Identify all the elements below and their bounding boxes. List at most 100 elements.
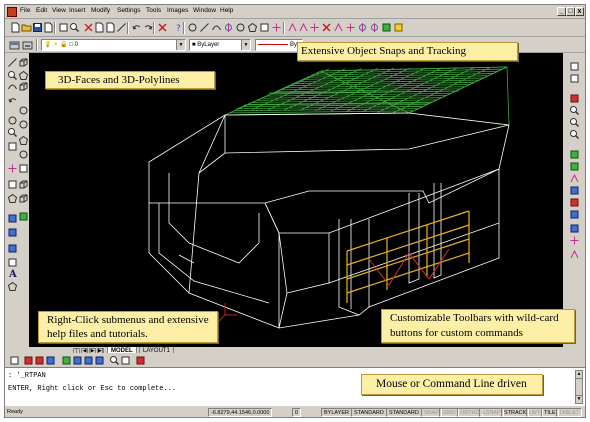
modify-mirror-icon[interactable] [569,93,580,104]
snap-mid-icon[interactable] [298,22,309,33]
point-tool-icon[interactable] [7,163,18,174]
modify-extend-icon[interactable] [569,197,580,208]
modify-move-icon[interactable] [569,129,580,140]
chevron-down-icon[interactable]: ▼ [176,40,185,50]
snap-clear-icon[interactable] [393,22,404,33]
menu-settings[interactable]: Settings [117,7,141,14]
modify-erase-icon[interactable] [569,61,580,72]
paste-icon[interactable] [105,22,116,33]
menu-view[interactable]: View [52,7,66,14]
stop-icon[interactable] [135,355,146,366]
dimension-radius-icon[interactable] [45,355,56,366]
polygon-icon[interactable] [247,22,258,33]
clip-tool-icon[interactable] [7,141,18,152]
menu-edit[interactable]: Edit [36,7,47,14]
snap-perp-icon[interactable] [309,22,320,33]
dimension-aligned-icon[interactable] [34,355,45,366]
modify-rotate-icon[interactable] [569,149,580,160]
render-tool-icon[interactable] [7,213,18,224]
modify-offset-icon[interactable] [569,105,580,116]
block-tool-icon[interactable] [7,227,18,238]
rect-tool-icon[interactable] [7,179,18,190]
modify-explode-icon[interactable] [569,249,580,260]
shade-tool-icon[interactable] [18,211,29,222]
menu-file[interactable]: File [20,7,30,14]
menu-modify[interactable]: Modify [91,7,110,14]
menu-images[interactable]: Images [167,7,188,14]
cone-tool-icon[interactable] [18,81,29,92]
close-button[interactable]: x [575,7,584,16]
dome-tool-icon[interactable] [18,149,29,160]
status-textstyle[interactable]: STANDARD [351,408,387,417]
layer-select[interactable]: 💡 ☀ 🔓 □ 0 ▼ [41,39,186,51]
command-scrollbar[interactable]: ▲ ▼ [575,370,583,404]
open-icon[interactable] [21,22,32,33]
sphere-tool-icon[interactable] [18,105,29,116]
save-icon[interactable] [32,22,43,33]
modify-stretch-icon[interactable] [569,173,580,184]
linetype-select[interactable]: ByL [255,39,303,51]
snap-node-icon[interactable] [357,22,368,33]
dim-tool-icon[interactable] [7,281,18,292]
print-icon[interactable] [58,22,69,33]
coordinate-readout[interactable]: -6.8279,44.1546,0.0000 [208,408,273,417]
snap-quad-icon[interactable] [369,22,380,33]
snap-end-icon[interactable] [287,22,298,33]
object-blue-icon[interactable] [72,355,83,366]
color-select[interactable]: ■ ByLayer ▼ [189,39,251,51]
modify-fillet-icon[interactable] [569,235,580,246]
menu-tools[interactable]: Tools [146,7,161,14]
preview-icon[interactable] [69,22,80,33]
insert-tool-icon[interactable] [7,243,18,254]
torus-tool-icon[interactable] [18,119,29,130]
status-toggle-tablet[interactable]: TABLET [556,408,583,417]
face-tool-icon[interactable] [18,179,29,190]
object-cyan-icon[interactable] [83,355,94,366]
line-icon[interactable] [199,22,210,33]
dish-tool-icon[interactable] [18,135,29,146]
layer-manager-icon[interactable] [9,40,20,51]
wedge-tool-icon[interactable] [18,70,29,81]
pan-tool-icon[interactable] [7,81,18,92]
region-tool-icon[interactable] [7,193,18,204]
scroll-down-icon[interactable]: ▼ [576,395,582,403]
status-dimstyle[interactable]: STANDARD [386,408,422,417]
menu-insert[interactable]: Insert [69,7,85,14]
object-green-icon[interactable] [61,355,72,366]
arc-icon[interactable] [211,22,222,33]
new-icon[interactable] [10,22,21,33]
scissors-icon[interactable] [83,22,94,33]
modify-scale-icon[interactable] [569,161,580,172]
elevation-readout[interactable]: 0 [292,408,302,417]
hatch-tool-icon[interactable] [7,257,18,268]
status-layer[interactable]: BYLAYER [321,408,352,417]
modify-trim-icon[interactable] [569,185,580,196]
properties-icon[interactable] [120,355,131,366]
center-icon[interactable] [223,22,234,33]
menu-help[interactable]: Help [220,7,233,14]
modify-copy-icon[interactable] [569,73,580,84]
status-toggle-grid[interactable]: GRID [439,408,459,417]
rotate-tool-icon[interactable] [7,95,18,106]
snap-tan-icon[interactable] [333,22,344,33]
matchprop-icon[interactable] [116,22,127,33]
minimize-button[interactable]: _ [557,7,566,16]
inquiry-icon[interactable] [109,355,120,366]
view-tool-icon[interactable] [7,127,18,138]
menu-window[interactable]: Window [193,7,216,14]
modify-array-icon[interactable] [569,117,580,128]
snap-near-icon[interactable] [381,22,392,33]
layer-previous-icon[interactable] [22,40,33,51]
box-tool-icon[interactable] [18,57,29,68]
snap-ins-icon[interactable] [345,22,356,33]
modify-break-icon[interactable] [569,209,580,220]
mesh-tool-icon[interactable] [18,163,29,174]
zoom-tool-icon[interactable] [7,70,18,81]
line-tool-icon[interactable] [7,57,18,68]
modify-chamfer-icon[interactable] [569,223,580,234]
edge-tool-icon[interactable] [18,193,29,204]
undo-icon[interactable] [131,22,142,33]
drawing-area[interactable] [29,53,563,347]
ellipse-icon[interactable] [235,22,246,33]
object-layer-icon[interactable] [94,355,105,366]
